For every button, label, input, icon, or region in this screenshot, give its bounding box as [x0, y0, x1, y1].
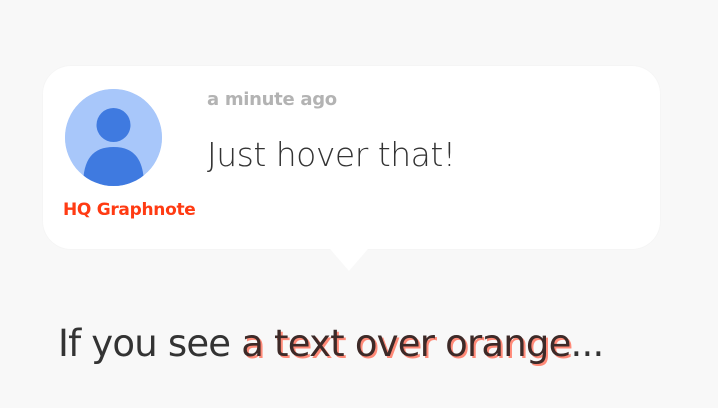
caption-prefix: If you see [58, 322, 242, 365]
bubble-pointer [330, 249, 368, 271]
highlighted-text[interactable]: a text over orange [241, 322, 571, 365]
page-stage: HQ Graphnote a minute ago Just hover tha… [0, 0, 718, 408]
avatar[interactable] [65, 89, 162, 186]
hover-caption: If you see a text over orange... [58, 322, 605, 365]
comment-message: Just hover that! [207, 135, 456, 174]
person-avatar-icon [65, 89, 162, 186]
author-name[interactable]: HQ Graphnote [63, 200, 196, 220]
caption-suffix: ... [570, 322, 605, 365]
comment-timestamp: a minute ago [207, 89, 337, 110]
